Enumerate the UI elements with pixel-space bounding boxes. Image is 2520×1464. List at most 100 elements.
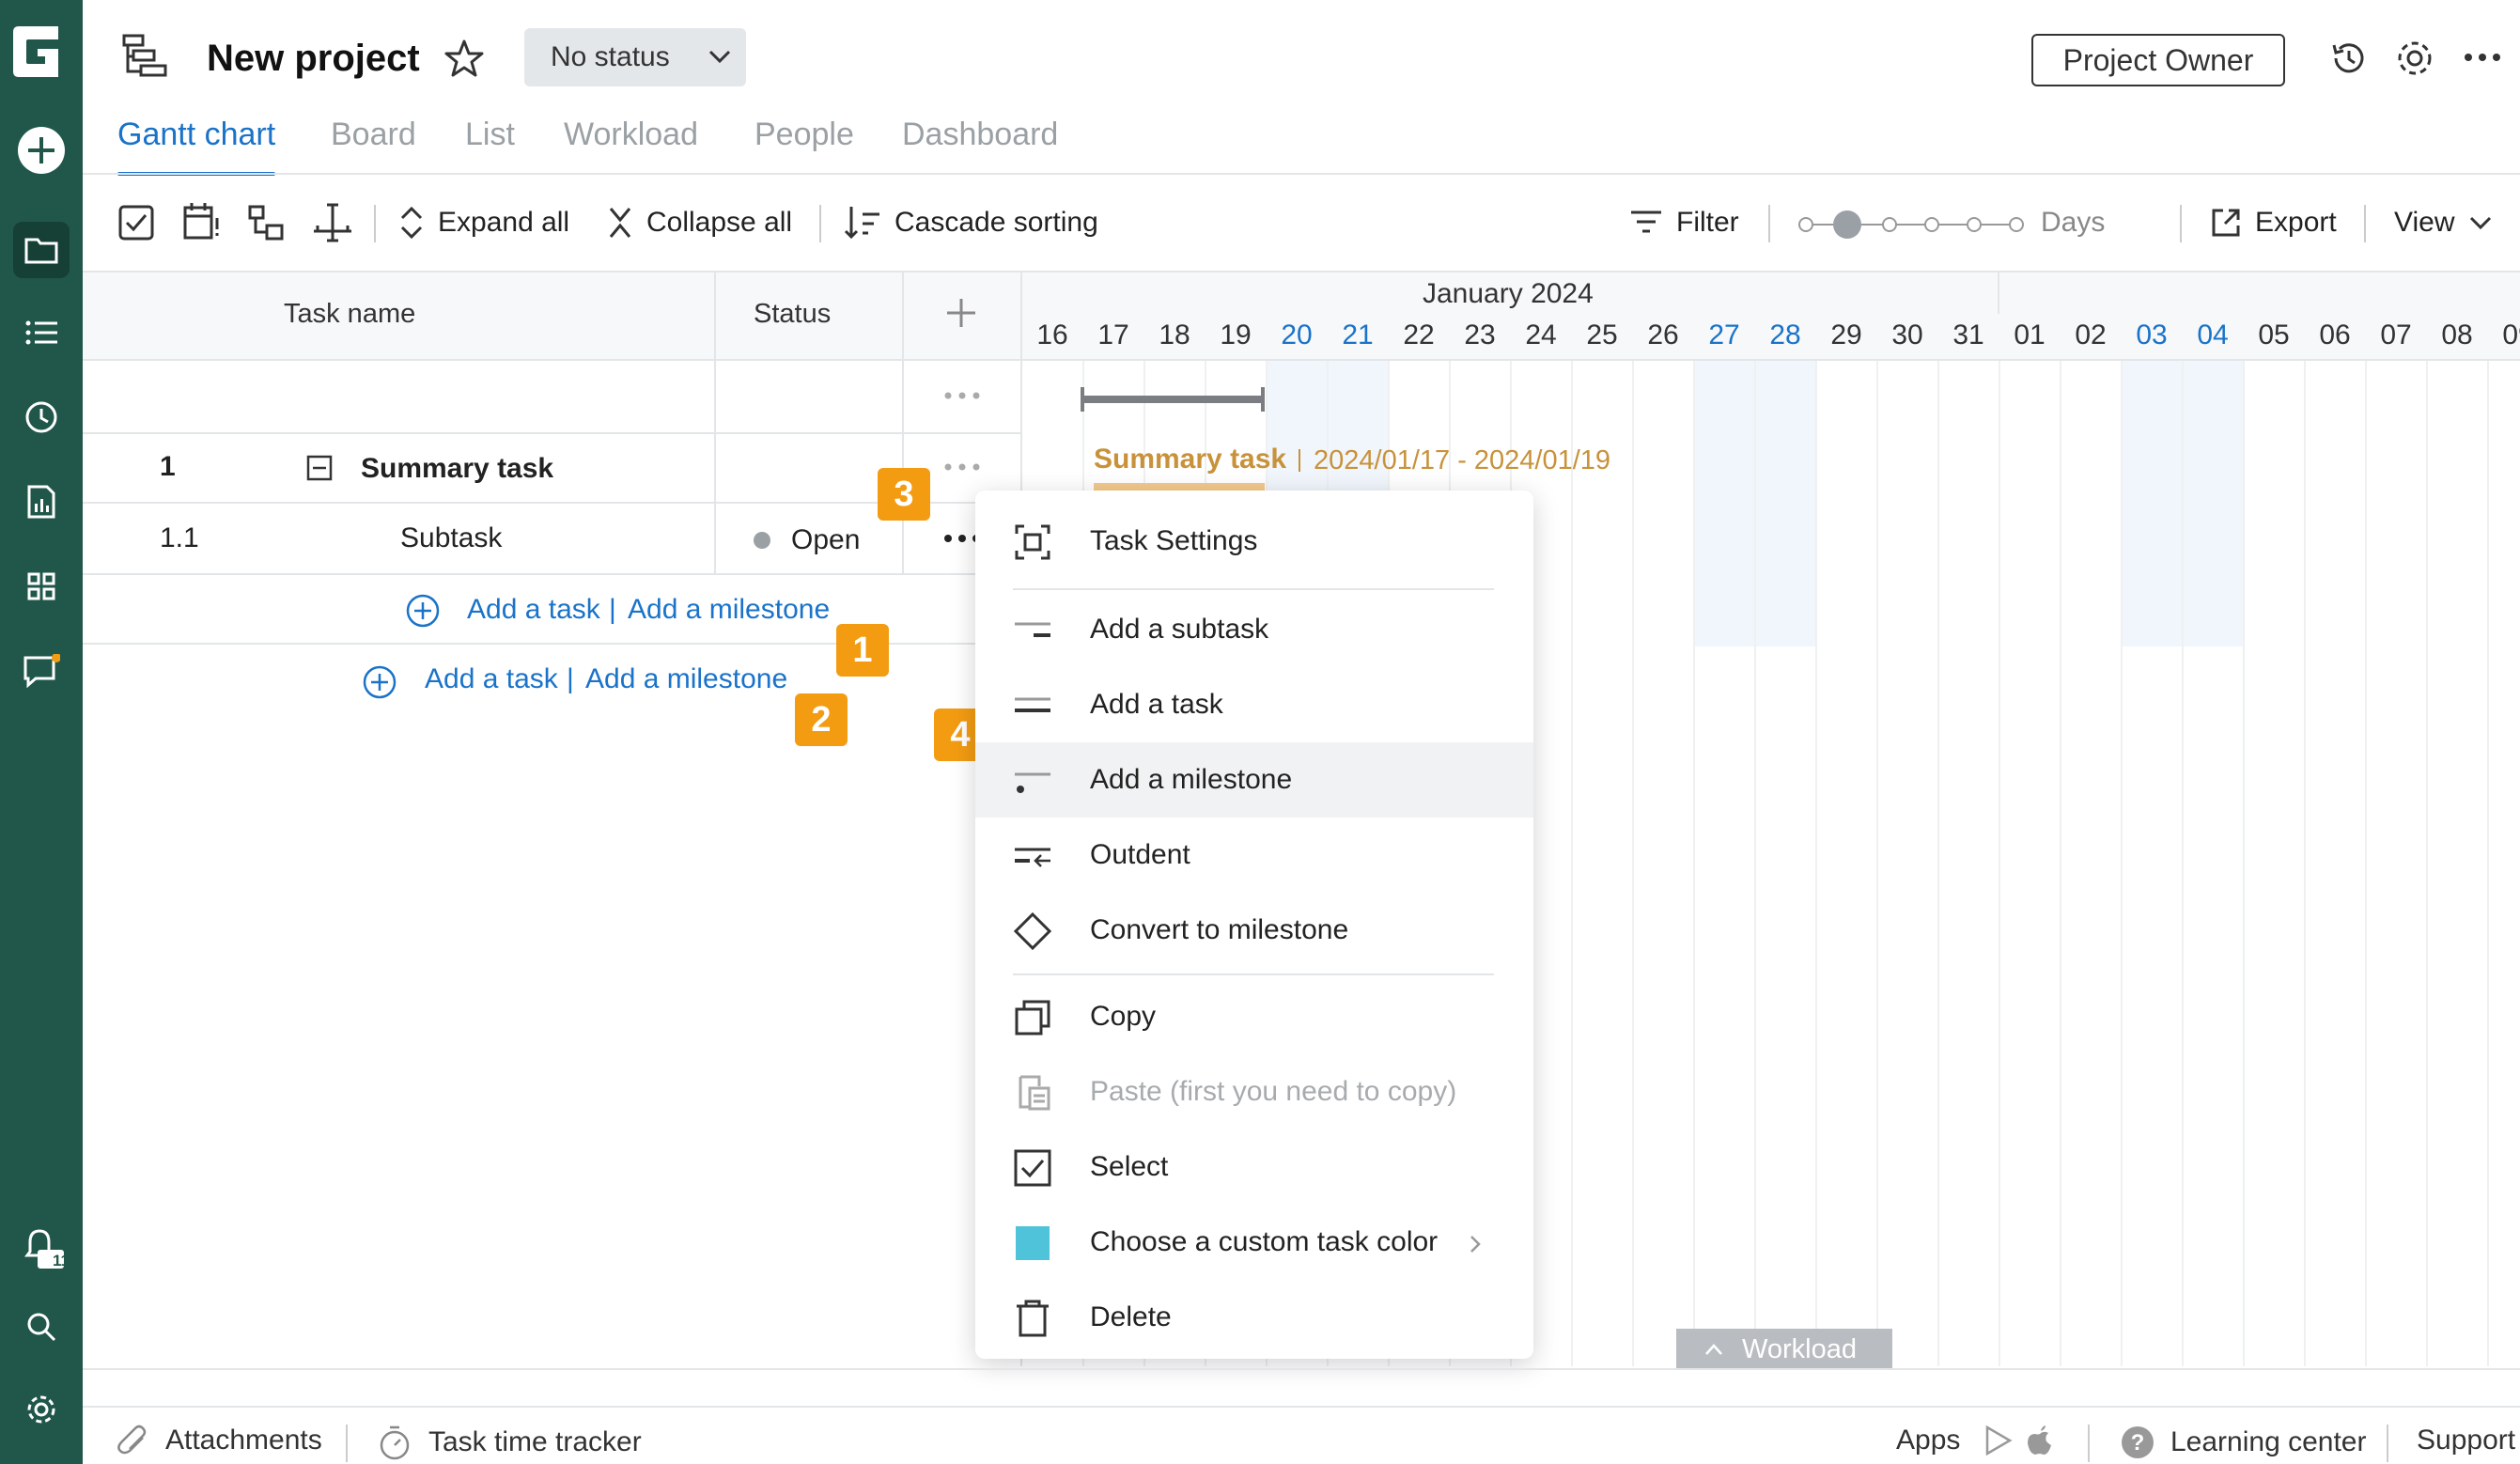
day-label: 30: [1891, 319, 1923, 350]
menu-item-copy[interactable]: Copy: [975, 979, 1533, 1054]
list-icon: [25, 320, 57, 345]
add-circle-icon[interactable]: [363, 665, 397, 699]
day-label: 22: [1403, 319, 1435, 350]
collapse-all-button[interactable]: Collapse all: [607, 202, 792, 243]
report-icon: [27, 485, 55, 519]
column-divider: [902, 273, 904, 573]
menu-item-task-settings[interactable]: Task Settings: [975, 504, 1533, 579]
checkbox-tool-icon[interactable]: [118, 205, 154, 241]
summary-task-bar[interactable]: [1081, 387, 1265, 412]
color-swatch-icon: [1016, 1226, 1050, 1260]
baseline-icon[interactable]: [312, 203, 353, 242]
cascade-sorting-button[interactable]: Cascade sorting: [844, 202, 1098, 243]
settings-nav[interactable]: [13, 1381, 70, 1438]
day-label: 17: [1097, 319, 1129, 350]
create-button[interactable]: [13, 122, 70, 179]
tab-people[interactable]: People: [754, 117, 854, 153]
callout-badge: 1: [836, 624, 889, 677]
menu-item-delete[interactable]: Delete: [975, 1280, 1533, 1355]
add-subtask-link[interactable]: Add a task: [467, 594, 600, 626]
menu-item-label: Outdent: [1090, 839, 1190, 870]
export-button[interactable]: Export: [2210, 202, 2337, 243]
add-circle-icon[interactable]: [406, 594, 440, 628]
apps-link[interactable]: Apps: [1896, 1425, 2054, 1456]
footer-divider: [2088, 1425, 2090, 1462]
expand-all-button[interactable]: Expand all: [398, 202, 569, 243]
column-header-status[interactable]: Status: [754, 299, 831, 330]
time-nav[interactable]: [13, 389, 70, 445]
menu-item-add-milestone[interactable]: Add a milestone: [975, 742, 1533, 818]
more-options-icon[interactable]: [2464, 53, 2501, 62]
day-label: 06: [2319, 319, 2351, 350]
app-logo[interactable]: [8, 23, 66, 81]
add-milestone-link[interactable]: Add a milestone: [585, 663, 787, 695]
project-owner-button[interactable]: Project Owner: [2031, 34, 2285, 86]
project-title[interactable]: New project: [207, 38, 420, 80]
notifications-nav[interactable]: 11: [13, 1218, 70, 1274]
day-label: 28: [1769, 319, 1801, 350]
menu-item-label: Paste (first you need to copy): [1090, 1076, 1457, 1107]
chevron-down-icon: [708, 50, 731, 64]
projects-nav[interactable]: [13, 222, 70, 278]
tab-gantt-chart[interactable]: Gantt chart: [117, 117, 276, 176]
history-icon[interactable]: [2328, 38, 2370, 79]
list-nav[interactable]: [13, 304, 70, 361]
tab-board[interactable]: Board: [331, 117, 416, 153]
workload-panel-toggle[interactable]: Workload: [1676, 1329, 1892, 1370]
view-dropdown[interactable]: View: [2394, 202, 2492, 243]
column-header-task-name[interactable]: Task name: [284, 299, 415, 330]
row-more-icon[interactable]: [943, 462, 981, 472]
support-link[interactable]: Support: [2417, 1425, 2515, 1456]
reports-nav[interactable]: [13, 474, 70, 530]
day-column-line: [2487, 361, 2489, 1366]
tab-list[interactable]: List: [465, 117, 515, 153]
task-name[interactable]: Subtask: [400, 522, 502, 554]
collapse-toggle-icon[interactable]: [306, 455, 333, 481]
day-column-line: [2060, 361, 2061, 1366]
add-sub-milestone-link[interactable]: Add a milestone: [628, 594, 830, 626]
menu-item-paste[interactable]: Paste (first you need to copy): [975, 1054, 1533, 1129]
learning-center-link[interactable]: ? Learning center: [2120, 1425, 2366, 1460]
attachments-label: Attachments: [165, 1425, 322, 1456]
add-task-icon: [1015, 697, 1050, 712]
add-task-link[interactable]: Add a task: [425, 663, 558, 695]
tab-dashboard[interactable]: Dashboard: [902, 117, 1058, 153]
task-name[interactable]: Summary task: [361, 453, 553, 485]
menu-item-convert-to-milestone[interactable]: Convert to milestone: [975, 893, 1533, 968]
day-label: 31: [1952, 319, 1984, 350]
zoom-slider[interactable]: [1797, 209, 2026, 241]
day-column-line: [1876, 361, 1878, 1366]
hierarchy-icon[interactable]: [248, 205, 284, 241]
row-more-icon[interactable]: [943, 391, 981, 400]
day-label: 07: [2380, 319, 2412, 350]
cascade-sorting-label: Cascade sorting: [894, 207, 1098, 238]
add-column-icon[interactable]: [945, 297, 977, 329]
timeline-header-divider: [1022, 359, 2520, 361]
time-tracker-button[interactable]: Task time tracker: [378, 1425, 642, 1460]
project-settings-icon[interactable]: [2394, 38, 2435, 79]
status-dropdown[interactable]: No status: [524, 28, 746, 86]
sort-icon: [844, 207, 879, 240]
menu-item-select[interactable]: Select: [975, 1129, 1533, 1205]
menu-item-custom-color[interactable]: Choose a custom task color: [975, 1205, 1533, 1280]
tab-workload[interactable]: Workload: [564, 117, 698, 153]
apps-nav[interactable]: [13, 558, 70, 615]
apps-label: Apps: [1896, 1425, 1961, 1456]
menu-item-add-subtask[interactable]: Add a subtask: [975, 592, 1533, 667]
attachments-button[interactable]: Attachments: [117, 1425, 322, 1456]
menu-item-label: Copy: [1090, 1001, 1157, 1032]
day-label: 25: [1586, 319, 1618, 350]
favorite-star-icon[interactable]: [443, 38, 485, 79]
menu-item-add-task[interactable]: Add a task: [975, 667, 1533, 742]
search-nav[interactable]: [13, 1299, 70, 1355]
weekend-band: [1755, 361, 1816, 646]
search-icon: [27, 1313, 56, 1342]
chevron-down-icon: [2470, 216, 2492, 230]
task-status[interactable]: Open: [791, 524, 860, 556]
chat-nav[interactable]: [13, 643, 70, 699]
menu-item-outdent[interactable]: Outdent: [975, 818, 1533, 893]
filter-button[interactable]: Filter: [1629, 202, 1739, 243]
help-icon: ?: [2122, 1426, 2154, 1458]
calendar-alert-icon[interactable]: [182, 201, 220, 241]
menu-item-label: Delete: [1090, 1301, 1172, 1332]
